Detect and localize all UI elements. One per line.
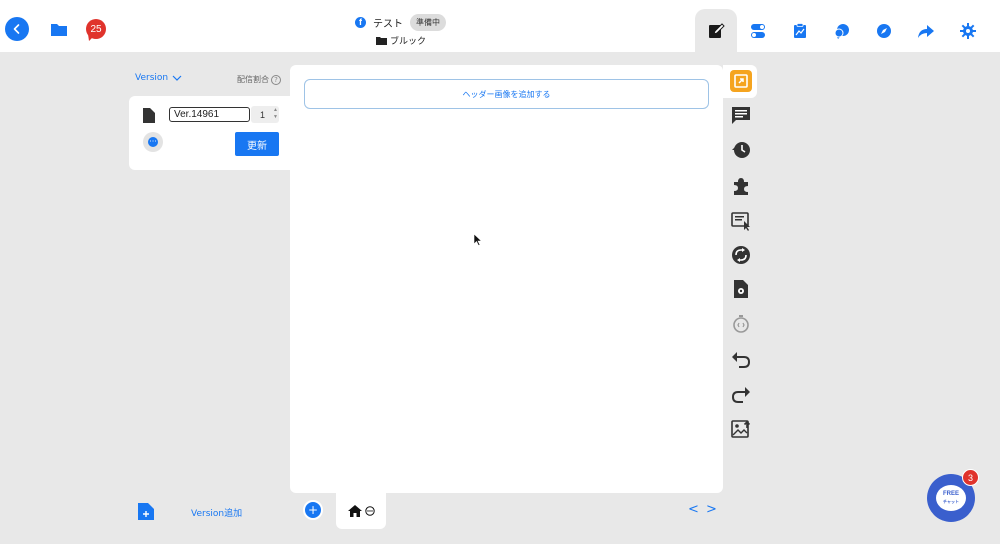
more-icon[interactable] <box>364 506 375 516</box>
chat-badge: 3 <box>962 469 979 486</box>
side-tool-image-upload[interactable] <box>730 418 752 440</box>
side-tool-comment[interactable] <box>730 105 752 127</box>
side-tool-sync[interactable] <box>730 244 752 266</box>
mouse-cursor-icon <box>474 234 482 246</box>
more-options-button[interactable]: ··· <box>143 132 163 152</box>
version-card: 1 ▲▼ ··· 更新 <box>129 96 290 170</box>
version-dropdown[interactable]: Version <box>135 73 182 83</box>
redo-icon <box>731 387 750 403</box>
status-badge: 準備中 <box>410 13 446 31</box>
folder-icon <box>376 37 387 45</box>
ratio-text: 配信割合 <box>237 75 269 84</box>
add-version-button[interactable]: Version追加 <box>191 506 242 519</box>
help-icon[interactable]: ? <box>271 74 281 85</box>
ratio-label: 配信割合 ? <box>237 74 281 85</box>
gear-icon <box>960 22 976 39</box>
stepper-arrows-icon[interactable]: ▲ ▼ <box>273 107 278 121</box>
chat-bubble-icon: FREE チャット <box>936 485 966 511</box>
facebook-icon: f <box>355 16 366 28</box>
page-tab-home[interactable] <box>336 493 386 529</box>
prev-page-button[interactable]: < <box>688 502 699 517</box>
side-tool-plugin[interactable] <box>730 175 752 197</box>
side-tool-undo[interactable] <box>730 348 752 370</box>
chat-line1: FREE <box>942 491 959 497</box>
side-tool-highlight[interactable] <box>730 70 752 92</box>
folder-button[interactable] <box>49 19 69 39</box>
update-button[interactable]: 更新 <box>235 132 279 156</box>
add-page-button[interactable]: + <box>303 500 323 520</box>
tab-chat[interactable] <box>821 9 863 52</box>
analytics-icon <box>794 22 806 38</box>
side-tool-timer[interactable] <box>730 313 752 335</box>
image-upload-icon <box>731 420 751 438</box>
image-pick-icon <box>734 74 748 88</box>
select-text-icon <box>731 212 750 231</box>
comment-icon <box>732 107 750 124</box>
side-tool-doc-settings[interactable] <box>730 278 752 300</box>
chat-line2: チャット <box>943 499 959 504</box>
next-page-button[interactable]: > <box>706 502 717 517</box>
tab-share[interactable] <box>905 9 947 52</box>
timer-icon <box>733 315 749 333</box>
ratio-value: 1 <box>260 109 266 120</box>
tab-edit[interactable] <box>695 9 737 52</box>
tab-compass[interactable] <box>863 9 905 52</box>
bubble-tail-icon <box>88 34 96 41</box>
puzzle-icon <box>734 178 748 195</box>
folder-icon <box>51 23 67 36</box>
page-title-area: f テスト 準備中 <box>355 13 446 31</box>
editor-canvas[interactable] <box>290 65 723 493</box>
folder-breadcrumb[interactable]: ブルック <box>376 34 426 47</box>
share-icon <box>918 24 934 38</box>
edit-icon <box>709 22 725 38</box>
doc-settings-icon <box>734 280 748 298</box>
side-tool-redo[interactable] <box>730 383 752 405</box>
back-button[interactable] <box>5 17 29 41</box>
tab-settings[interactable] <box>947 9 989 52</box>
home-icon <box>347 505 362 517</box>
compass-icon <box>877 23 891 38</box>
history-icon <box>732 142 750 158</box>
sync-icon <box>732 246 750 264</box>
page-title[interactable]: テスト <box>373 15 403 30</box>
document-icon <box>143 108 155 123</box>
ratio-stepper[interactable]: 1 ▲ ▼ <box>251 106 279 123</box>
version-name-input[interactable] <box>169 107 250 122</box>
side-tool-history[interactable] <box>730 139 752 161</box>
tab-analytics[interactable] <box>779 9 821 52</box>
add-version-icon[interactable] <box>138 503 154 520</box>
chat-icon <box>834 23 849 39</box>
tab-toggle[interactable] <box>737 9 779 52</box>
folder-name: ブルック <box>390 37 427 47</box>
chevron-down-icon <box>172 75 182 81</box>
side-tool-select[interactable] <box>730 210 752 232</box>
version-label: Version <box>135 73 169 83</box>
notification-button[interactable]: 25 <box>86 19 106 41</box>
toggle-icon <box>751 23 765 38</box>
add-header-image-button[interactable]: ヘッダー画像を追加する <box>304 79 709 109</box>
more-dots-icon: ··· <box>148 137 158 147</box>
undo-icon <box>732 352 751 368</box>
chevron-left-icon <box>13 24 20 34</box>
